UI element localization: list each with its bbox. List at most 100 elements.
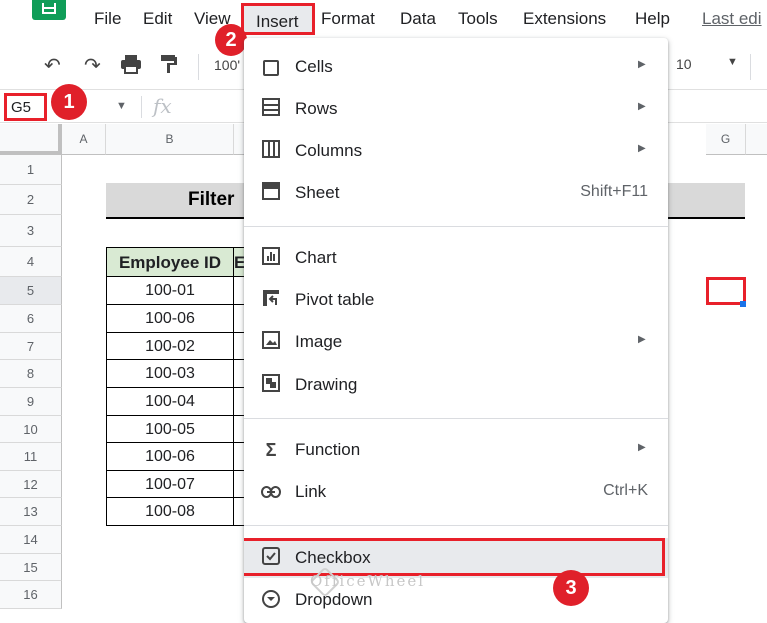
menu-item-sheet[interactable]: Sheet Shift+F11 (244, 173, 668, 213)
redo-icon[interactable]: ↷ (84, 54, 101, 78)
dropdown-icon (260, 589, 282, 611)
employee-id-cell[interactable]: 100-03 (106, 360, 234, 388)
submenu-arrow-icon: ▶ (638, 143, 646, 154)
chart-icon (260, 247, 282, 269)
employee-id-cell[interactable]: 100-06 (106, 305, 234, 333)
menu-item-function[interactable]: Σ Function ▶ (244, 430, 668, 470)
rows-icon (260, 98, 282, 120)
menu-item-label: Chart (295, 248, 337, 267)
menu-item-label: Function (295, 440, 361, 459)
row-header-4[interactable]: 4 (0, 247, 62, 277)
menu-insert[interactable]: Insert (241, 3, 315, 35)
row-header-16[interactable]: 16 (0, 581, 62, 609)
row-header-13[interactable]: 13 (0, 498, 62, 526)
menu-item-label: Link (295, 482, 327, 501)
row-header-10[interactable]: 10 (0, 416, 62, 443)
row-header-1[interactable]: 1 (0, 155, 62, 185)
menu-item-columns[interactable]: Columns ▶ (244, 131, 668, 171)
chevron-down-icon[interactable]: ▼ (727, 56, 738, 68)
cells-icon (260, 56, 282, 78)
menu-file[interactable]: File (94, 8, 121, 30)
row-header-8[interactable]: 8 (0, 360, 62, 388)
zoom-select[interactable]: 100' (214, 57, 240, 73)
column-header-a[interactable]: A (62, 124, 106, 155)
menu-bar: File Edit View Insert Format Data Tools … (0, 0, 767, 40)
undo-icon[interactable]: ↶ (44, 54, 61, 78)
sheet-title: Filter (188, 189, 235, 210)
drawing-icon (260, 374, 282, 396)
select-all-corner[interactable] (0, 124, 62, 155)
print-icon[interactable] (120, 54, 142, 80)
menu-item-label: Pivot table (295, 290, 375, 309)
font-size-select[interactable]: 10 (676, 56, 692, 72)
employee-id-cell[interactable]: 100-01 (106, 277, 234, 305)
link-icon (260, 481, 282, 503)
row-header-12[interactable]: 12 (0, 471, 62, 498)
employee-id-cell[interactable]: 100-06 (106, 443, 234, 471)
sigma-icon: Σ (265, 440, 277, 460)
menu-item-label: Columns (295, 141, 363, 160)
menu-tools[interactable]: Tools (458, 8, 498, 30)
submenu-arrow-icon: ▶ (638, 59, 646, 70)
step-callout-3: 3 (553, 570, 589, 606)
row-header-15[interactable]: 15 (0, 554, 62, 581)
menu-item-label: Sheet (295, 183, 340, 202)
menu-item-shortcut: Ctrl+K (603, 482, 648, 499)
menu-item-label: Image (295, 332, 343, 351)
pivot-table-icon (260, 289, 282, 311)
menu-data[interactable]: Data (400, 8, 436, 30)
row-header-2[interactable]: 2 (0, 185, 62, 215)
fill-handle[interactable] (740, 301, 746, 307)
menu-item-image[interactable]: Image ▶ (244, 322, 668, 362)
menu-item-pivot-table[interactable]: Pivot table (244, 280, 668, 320)
column-header-h[interactable] (746, 124, 767, 155)
menu-item-dropdown[interactable]: Dropdown (244, 580, 668, 620)
menu-item-label: Rows (295, 99, 338, 118)
watermark: OfficeWheel (310, 572, 426, 590)
menu-separator (244, 418, 668, 419)
toolbar-divider (198, 54, 199, 80)
employee-id-cell[interactable]: 100-05 (106, 416, 234, 443)
row-header-6[interactable]: 6 (0, 305, 62, 333)
menu-extensions[interactable]: Extensions (523, 8, 606, 30)
row-header-14[interactable]: 14 (0, 526, 62, 554)
menu-item-label: Dropdown (295, 590, 373, 609)
menu-item-label: Drawing (295, 375, 358, 394)
employee-id-cell[interactable]: 100-02 (106, 333, 234, 360)
employee-id-header[interactable]: Employee ID (106, 247, 234, 277)
menu-format[interactable]: Format (321, 8, 375, 30)
sheet-icon (260, 182, 282, 204)
paint-format-icon[interactable] (160, 54, 178, 80)
name-box[interactable]: G5 (4, 93, 47, 121)
menu-item-chart[interactable]: Chart (244, 238, 668, 278)
row-header-7[interactable]: 7 (0, 333, 62, 360)
menu-edit[interactable]: Edit (143, 8, 172, 30)
last-edit-link[interactable]: Last edi (702, 8, 762, 30)
employee-id-cell[interactable]: 100-08 (106, 498, 234, 526)
menu-item-rows[interactable]: Rows ▶ (244, 89, 668, 129)
column-header-b[interactable]: B (106, 124, 234, 155)
menu-item-shortcut: Shift+F11 (580, 183, 648, 200)
menu-item-link[interactable]: Link Ctrl+K (244, 472, 668, 512)
row-header-3[interactable]: 3 (0, 215, 62, 247)
menu-item-cells[interactable]: Cells ▶ (244, 47, 668, 87)
row-header-11[interactable]: 11 (0, 443, 62, 471)
employee-id-cell[interactable]: 100-04 (106, 388, 234, 416)
menu-help[interactable]: Help (635, 8, 670, 30)
submenu-arrow-icon: ▶ (638, 442, 646, 453)
insert-menu-dropdown: Cells ▶ Rows ▶ Columns ▶ Sheet Shift+F11… (244, 38, 668, 623)
row-header-5[interactable]: 5 (0, 277, 62, 305)
formula-divider (141, 96, 142, 118)
column-header-g[interactable]: G (706, 124, 746, 155)
row-header-9[interactable]: 9 (0, 388, 62, 416)
menu-separator (244, 525, 668, 526)
chevron-down-icon[interactable]: ▼ (116, 100, 127, 112)
image-icon (260, 331, 282, 353)
menu-item-label: Cells (295, 57, 333, 76)
sheets-logo-icon[interactable] (32, 0, 66, 20)
employee-id-cell[interactable]: 100-07 (106, 471, 234, 498)
toolbar-divider (750, 54, 751, 80)
menu-item-drawing[interactable]: Drawing (244, 365, 668, 405)
menu-item-checkbox[interactable]: Checkbox (244, 538, 668, 578)
columns-icon (260, 140, 282, 162)
